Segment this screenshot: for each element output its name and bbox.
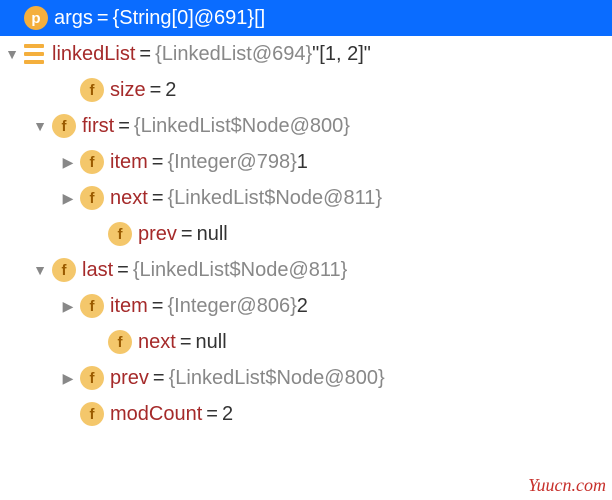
variable-value: 2 [222,403,233,426]
equals-sign: = [118,115,130,138]
tree-row-next[interactable]: ▶fnext = {LinkedList$Node@811} [0,180,612,216]
tree-row-modCount[interactable]: f modCount = 2 [0,396,612,432]
tree-row-prev[interactable]: ▶fprev = {LinkedList$Node@800} [0,360,612,396]
variable-type: {LinkedList$Node@800} [169,367,385,390]
variable-name: next [110,187,148,210]
variable-value: 2 [297,295,308,318]
field-icon: f [52,114,76,138]
tree-row-size[interactable]: fsize = 2 [0,72,612,108]
variable-name: last [82,259,113,282]
tree-row-item[interactable]: ▶fitem = {Integer@798} 1 [0,144,612,180]
chevron-down-icon[interactable]: ▼ [32,262,48,278]
equals-sign: = [153,367,165,390]
variable-value: null [196,331,227,354]
equals-sign: = [139,43,151,66]
tree-row-first[interactable]: ▼ffirst = {LinkedList$Node@800} [0,108,612,144]
tree-row-next[interactable]: fnext = null [0,324,612,360]
variable-name: prev [138,223,177,246]
variable-name: prev [110,367,149,390]
field-icon: f [52,258,76,282]
chevron-right-icon[interactable]: ▶ [60,298,76,315]
variable-type: {LinkedList@694} [155,43,312,66]
field-icon: f [80,366,104,390]
watermark: Yuucn.com [528,475,606,496]
equals-sign: = [180,331,192,354]
variable-name: item [110,151,148,174]
variable-value: 1 [297,151,308,174]
field-icon: f [108,330,132,354]
equals-sign: = [206,403,218,426]
variable-type: {LinkedList$Node@811} [133,259,348,282]
variable-name: next [138,331,176,354]
field-icon: f [108,222,132,246]
chevron-down-icon[interactable]: ▼ [4,46,20,62]
chevron-down-icon[interactable]: ▼ [32,118,48,134]
tree-row-last[interactable]: ▼flast = {LinkedList$Node@811} [0,252,612,288]
tree-row-args[interactable]: pargs = {String[0]@691} [] [0,0,612,36]
field-icon: f [80,150,104,174]
tree-row-item[interactable]: ▶fitem = {Integer@806} 2 [0,288,612,324]
field-icon: f [80,78,104,102]
variable-value: 2 [165,79,176,102]
variable-type: {LinkedList$Node@800} [134,115,350,138]
equals-sign: = [150,79,162,102]
chevron-right-icon[interactable]: ▶ [60,154,76,171]
variable-name: args [54,7,93,30]
variable-value: null [197,223,228,246]
parameter-icon: p [24,6,48,30]
tree-row-prev[interactable]: fprev = null [0,216,612,252]
variable-name: first [82,115,114,138]
equals-sign: = [152,187,164,210]
equals-sign: = [117,259,129,282]
variable-type: {String[0]@691} [113,7,255,30]
variable-name: size [110,79,146,102]
variable-name: item [110,295,148,318]
variable-value: [] [254,7,265,30]
variable-name: linkedList [52,43,135,66]
chevron-right-icon[interactable]: ▶ [60,370,76,387]
equals-sign: = [152,295,164,318]
variable-type: {LinkedList$Node@811} [168,187,383,210]
variable-name: modCount [110,403,202,426]
tree-row-linkedList[interactable]: ▼ linkedList = {LinkedList@694} "[1, 2]" [0,36,612,72]
variable-type: {Integer@806} [167,295,296,318]
variable-type: {Integer@798} [167,151,296,174]
variable-value: "[1, 2]" [312,43,371,66]
chevron-right-icon[interactable]: ▶ [60,190,76,207]
equals-sign: = [181,223,193,246]
list-icon [24,44,44,64]
equals-sign: = [152,151,164,174]
equals-sign: = [97,7,109,30]
debug-variables-tree: pargs = {String[0]@691} []▼linkedList = … [0,0,612,432]
field-icon: f [80,186,104,210]
field-icon: f [80,294,104,318]
field-icon: f [80,402,104,426]
